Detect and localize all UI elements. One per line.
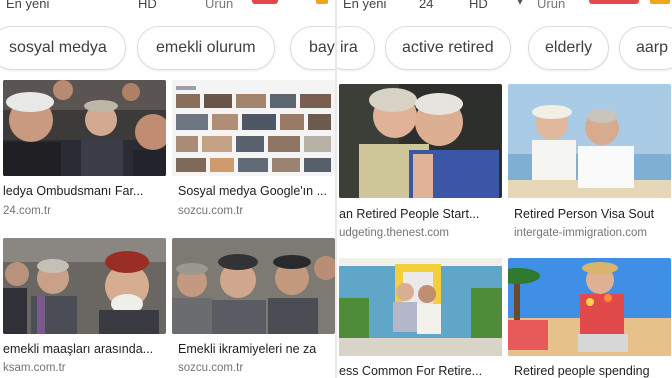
retired-man-beach-image bbox=[508, 258, 671, 356]
image-grid-screenshot bbox=[172, 80, 335, 176]
result-thumbnail[interactable] bbox=[172, 80, 335, 176]
chip-ira[interactable]: ira bbox=[337, 26, 375, 70]
right-screen: En yeni 24 HD ▾ Ürün ira active retired … bbox=[337, 0, 672, 378]
elderly-men-image bbox=[3, 238, 166, 334]
filter-product[interactable]: Ürün bbox=[537, 0, 565, 11]
result-title[interactable]: an Retired People Start... bbox=[339, 207, 496, 221]
image-result[interactable]: Emekli ikramiyeleri ne za sozcu.com.tr bbox=[172, 238, 335, 378]
filter-newest[interactable]: En yeni bbox=[343, 0, 386, 11]
chip-active-retired[interactable]: active retired bbox=[385, 26, 511, 70]
result-thumbnail[interactable] bbox=[508, 84, 671, 198]
result-thumbnail[interactable] bbox=[339, 84, 502, 198]
result-thumbnail[interactable] bbox=[508, 258, 671, 356]
result-title[interactable]: Sosyal medya Google'ın ... bbox=[178, 184, 335, 198]
left-screen: En yeni HD Ürün sosyal medya emekli olur… bbox=[0, 0, 337, 378]
result-source[interactable]: sozcu.com.tr bbox=[178, 362, 335, 374]
image-result[interactable]: emekli maaşları arasında... ksam.com.tr bbox=[3, 238, 166, 378]
retired-couple-beach-image bbox=[508, 84, 671, 198]
result-source[interactable]: udgeting.thenest.com bbox=[339, 227, 496, 239]
orange-badge-icon bbox=[316, 0, 328, 4]
filter-hd[interactable]: HD bbox=[469, 0, 488, 11]
result-source[interactable]: intergate-immigration.com bbox=[514, 227, 671, 239]
result-thumbnail[interactable] bbox=[3, 80, 166, 176]
result-source[interactable]: sozcu.com.tr bbox=[178, 205, 335, 217]
image-result[interactable]: ledya Ombudsmanı Far... 24.com.tr bbox=[3, 80, 166, 225]
result-source[interactable]: ksam.com.tr bbox=[3, 362, 160, 374]
retired-couple-hugging-image bbox=[339, 84, 502, 198]
live-badge[interactable] bbox=[589, 0, 639, 4]
image-result[interactable]: an Retired People Start... udgeting.then… bbox=[339, 84, 502, 239]
result-thumbnail[interactable] bbox=[172, 238, 335, 334]
filter-bar: En yeni 24 HD ▾ Ürün bbox=[337, 0, 672, 18]
chip-bay[interactable]: bay bbox=[290, 26, 337, 70]
image-result[interactable]: Retired people spending bbox=[508, 258, 671, 378]
result-title[interactable]: emekli maaşları arasında... bbox=[3, 342, 160, 356]
related-search-chips: ira active retired elderly aarp bbox=[337, 22, 672, 74]
filter-newest[interactable]: En yeni bbox=[6, 0, 49, 11]
chip-elderly[interactable]: elderly bbox=[528, 26, 610, 70]
filter-hd[interactable]: HD bbox=[138, 0, 157, 11]
result-title[interactable]: ledya Ombudsmanı Far... bbox=[3, 184, 160, 198]
related-search-chips: sosyal medya emekli olurum bay bbox=[0, 22, 337, 74]
image-result[interactable]: Retired Person Visa Sout intergate-immig… bbox=[508, 84, 671, 239]
filter-24[interactable]: 24 bbox=[419, 0, 433, 11]
retired-couple-porch-image bbox=[339, 258, 502, 356]
image-result[interactable]: Sosyal medya Google'ın ... sozcu.com.tr bbox=[172, 80, 335, 225]
crowd-of-men-image bbox=[3, 80, 166, 176]
filter-product[interactable]: Ürün bbox=[205, 0, 233, 11]
result-thumbnail[interactable] bbox=[3, 238, 166, 334]
elderly-men-group-image bbox=[172, 238, 335, 334]
chevron-down-icon[interactable]: ▾ bbox=[517, 0, 523, 8]
result-title[interactable]: Retired Person Visa Sout bbox=[514, 207, 671, 221]
chip-emekli-olurum[interactable]: emekli olurum bbox=[137, 26, 275, 70]
filter-bar: En yeni HD Ürün bbox=[0, 0, 337, 18]
chip-sosyal-medya[interactable]: sosyal medya bbox=[0, 26, 126, 70]
orange-badge-icon bbox=[650, 0, 670, 4]
result-source[interactable]: 24.com.tr bbox=[3, 205, 160, 217]
result-title[interactable]: Retired people spending bbox=[514, 364, 671, 378]
result-thumbnail[interactable] bbox=[339, 258, 502, 356]
chip-aarp[interactable]: aarp bbox=[619, 26, 672, 70]
result-title[interactable]: ess Common For Retire... bbox=[339, 364, 496, 378]
result-title[interactable]: Emekli ikramiyeleri ne za bbox=[178, 342, 335, 356]
image-result[interactable]: ess Common For Retire... bbox=[339, 258, 502, 378]
live-badge[interactable] bbox=[252, 0, 278, 4]
